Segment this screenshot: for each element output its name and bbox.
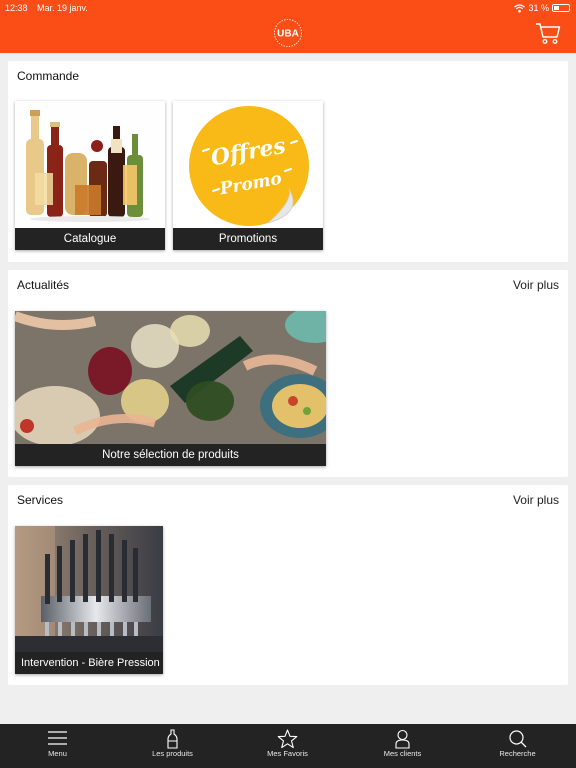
cart-icon[interactable] xyxy=(535,21,561,45)
menu-icon xyxy=(48,731,67,745)
tile-caption: Catalogue xyxy=(15,228,165,250)
news-image xyxy=(15,311,326,444)
service-tile[interactable]: Intervention - Bière Pression xyxy=(15,526,163,674)
promo-sticker-image: Offres Promo xyxy=(173,101,323,228)
tab-les-produits[interactable]: Les produits xyxy=(115,724,230,768)
tab-mes-favoris[interactable]: Mes Favoris xyxy=(230,724,345,768)
battery-percent: 31 % xyxy=(528,3,549,13)
battery-icon xyxy=(552,4,570,12)
section-title: Commande xyxy=(17,69,80,83)
promotions-tile[interactable]: Offres Promo Promotions xyxy=(173,101,323,250)
logo-text: UBA xyxy=(277,29,299,40)
user-icon xyxy=(395,729,410,749)
search-icon xyxy=(509,730,527,748)
bottle-icon xyxy=(167,729,178,749)
wifi-icon xyxy=(514,3,526,12)
news-tile[interactable]: Notre sélection de produits xyxy=(15,311,326,466)
tab-menu[interactable]: Menu xyxy=(0,724,115,768)
tile-caption: Notre sélection de produits xyxy=(15,444,326,466)
tab-recherche[interactable]: Recherche xyxy=(460,724,575,768)
see-more-link[interactable]: Voir plus xyxy=(513,278,559,292)
section-actualites: Actualités Voir plus Notre sélection de … xyxy=(8,270,568,477)
tab-mes-clients[interactable]: Mes clients xyxy=(345,724,460,768)
section-title: Actualités xyxy=(17,278,70,292)
tile-caption: Intervention - Bière Pression xyxy=(15,652,163,674)
app-header: 12:38 Mar. 19 janv. 31 % UBA xyxy=(0,0,576,53)
status-date: Mar. 19 janv. xyxy=(37,3,88,13)
catalogue-tile[interactable]: Catalogue xyxy=(15,101,165,250)
section-services: Services Voir plus Intervention - Bière … xyxy=(8,485,568,685)
catalogue-image xyxy=(15,101,165,228)
tile-caption: Promotions xyxy=(173,228,323,250)
status-time: 12:38 xyxy=(5,3,28,13)
tab-label: Menu xyxy=(48,749,67,758)
tab-label: Les produits xyxy=(152,749,193,758)
beer-tap-image xyxy=(15,526,163,652)
tab-label: Mes Favoris xyxy=(267,749,308,758)
bottom-tab-bar: Menu Les produits Mes Favoris Mes client… xyxy=(0,724,576,768)
section-commande: Commande Catalogue Offres Promo Promotio… xyxy=(8,61,568,262)
tab-label: Recherche xyxy=(499,749,536,758)
status-right: 31 % xyxy=(514,3,570,13)
star-icon xyxy=(277,729,298,749)
status-bar: 12:38 Mar. 19 janv. 31 % xyxy=(0,0,576,16)
section-title: Services xyxy=(17,493,64,507)
tab-label: Mes clients xyxy=(383,749,422,758)
uba-logo[interactable]: UBA xyxy=(270,18,306,48)
see-more-link[interactable]: Voir plus xyxy=(513,493,559,507)
